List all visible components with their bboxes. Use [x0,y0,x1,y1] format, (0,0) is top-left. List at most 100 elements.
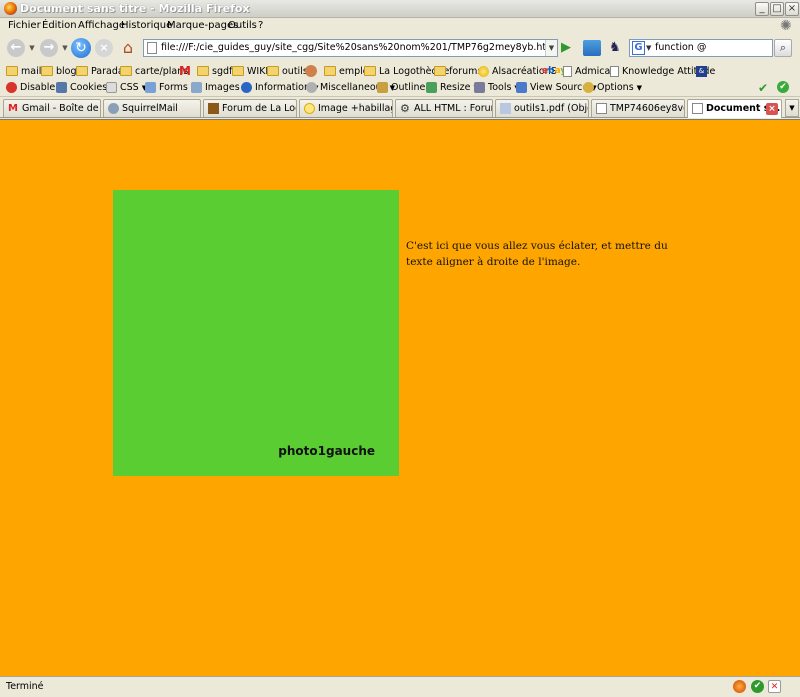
options-menu[interactable]: Options ▼ [583,82,642,93]
bookmark-forums[interactable]: forums [434,64,482,78]
tab-document-sans-titre[interactable]: Document s... × [687,99,782,118]
folder-icon [76,66,88,76]
close-window-button[interactable]: × [785,2,799,16]
status-text: Terminé [6,681,44,692]
extension-icon[interactable] [583,40,601,56]
tab-forum-logotheque[interactable]: Forum de La Logot... [203,99,297,117]
page-icon [147,42,157,54]
url-history-dropdown[interactable]: ▼ [545,40,557,56]
photo-label: photo1gauche [278,444,375,458]
gmail-icon: M [8,103,18,114]
resize-icon [426,82,437,93]
photo-placeholder: photo1gauche [113,190,399,476]
validator-ok-icon[interactable]: ✔ [751,680,764,693]
status-ok-icon[interactable]: ✔ [777,81,789,93]
menu-outils[interactable]: Outils [228,20,257,31]
google-icon[interactable]: G [632,41,645,55]
bookmark-badge[interactable]: & [696,64,707,78]
home-button[interactable]: ⌂ [118,38,138,58]
css-menu[interactable]: CSS▼ [106,82,147,93]
folder-icon [434,66,446,76]
search-button[interactable]: ⌕ [774,39,792,57]
disable-icon [6,82,17,93]
folder-icon [232,66,244,76]
folder-icon [324,66,336,76]
badge-icon: & [696,65,707,77]
tab-squirrelmail[interactable]: SquirrelMail [103,99,201,117]
bookmark-sgdf[interactable]: sgdf [197,64,232,78]
tab-gmail[interactable]: MGmail - Boîte de r... [3,99,101,117]
tab-image-habillage[interactable]: Image +habillage ... [299,99,393,117]
bookmark-wiki[interactable]: WIKI [232,64,268,78]
bookmark-character[interactable] [305,64,320,78]
gmail-m-icon: M [179,64,191,78]
folder-icon [41,66,53,76]
back-history-dropdown[interactable]: ▼ [28,38,36,58]
go-button[interactable]: ▶ [561,40,575,56]
page-icon [692,103,703,114]
cookies-icon [56,82,67,93]
page-paragraph: C'est ici que vous allez vous éclater, e… [406,240,668,268]
menu-affichage[interactable]: Affichage [78,20,125,31]
options-icon [583,82,594,93]
tools-menu[interactable]: Tools▼ [474,82,520,93]
bookmark-mail[interactable]: mail [6,64,41,78]
squirrelmail-icon [108,103,119,114]
bookmark-parada[interactable]: Parada [76,64,124,78]
firefox-status-icon[interactable] [733,680,746,693]
navigation-toolbar: ← ▼ → ▼ ↻ × ⌂ file:///F:/cie_guides_guy/… [0,35,800,61]
folder-icon [197,66,209,76]
disable-menu[interactable]: Disable▼ [6,82,64,93]
resize-menu[interactable]: Resize▼ [426,82,479,93]
bookmark-gmail[interactable]: M [179,64,191,78]
menu-edition[interactable]: Édition [42,20,77,31]
menu-help[interactable]: ? [258,20,263,31]
throbber-icon: ✺ [780,18,792,34]
search-input[interactable]: function @ [655,42,706,53]
maximize-button[interactable]: □ [770,2,784,16]
css-icon [106,82,117,93]
bookmark-outils[interactable]: outils [267,64,308,78]
search-engine-dropdown[interactable]: ▼ [646,41,651,55]
forward-button[interactable]: → [38,38,60,58]
alsacreations-icon [478,65,489,77]
minimize-button[interactable]: _ [755,2,769,16]
validation-check-icon[interactable]: ✔ [758,81,768,95]
bookmark-admical[interactable]: Admical [563,64,613,78]
url-bar[interactable]: file:///F:/cie_guides_guy/site_cgg/Site%… [143,39,558,57]
home-icon: ⌂ [122,38,134,57]
forms-menu[interactable]: Forms▼ [145,82,196,93]
page-scroll-edge [796,120,800,677]
pdf-icon [500,103,511,114]
gear-icon: ⚙ [400,102,410,115]
folder-icon [364,66,376,76]
tab-all-html[interactable]: ⚙ALL HTML : Forum... [395,99,493,117]
tab-outils-pdf[interactable]: outils1.pdf (Objet... [495,99,589,117]
reload-button[interactable]: ↻ [70,38,92,58]
extension-tool-icon[interactable]: ♞ [609,39,621,57]
back-arrow-icon: ← [7,39,25,57]
menu-historique[interactable]: Historique [121,20,172,31]
search-box[interactable]: G ▼ function @ [629,39,773,57]
bookmarks-toolbar: mail blogs Parada carte/plans M sgdf WIK… [0,61,800,79]
tab-tmp74606[interactable]: TMP74606ey8vd.... [591,99,685,117]
outline-icon [377,82,388,93]
stop-button[interactable]: × [94,38,114,58]
chevron-down-icon: ▼ [62,44,68,52]
back-button[interactable]: ← [5,38,27,58]
web-developer-toolbar: Disable▼ Cookies▼ CSS▼ Forms▼ Images▼ In… [0,79,800,97]
images-menu[interactable]: Images▼ [191,82,248,93]
tab-list-button[interactable]: ▼ [785,99,799,117]
error-icon[interactable]: ✕ [768,680,781,693]
folder-icon [6,66,18,76]
menu-fichier[interactable]: Fichier [8,20,41,31]
bookmark-carte-plans[interactable]: carte/plans [120,64,188,78]
close-tab-icon[interactable]: × [766,103,778,115]
page-icon [563,65,572,77]
url-text[interactable]: file:///F:/cie_guides_guy/site_cgg/Site%… [161,42,555,53]
forward-history-dropdown[interactable]: ▼ [61,38,69,58]
miscellaneous-icon [306,82,317,93]
reload-icon: ↻ [71,38,91,58]
character-icon [305,65,317,77]
tools-icon [474,82,485,93]
